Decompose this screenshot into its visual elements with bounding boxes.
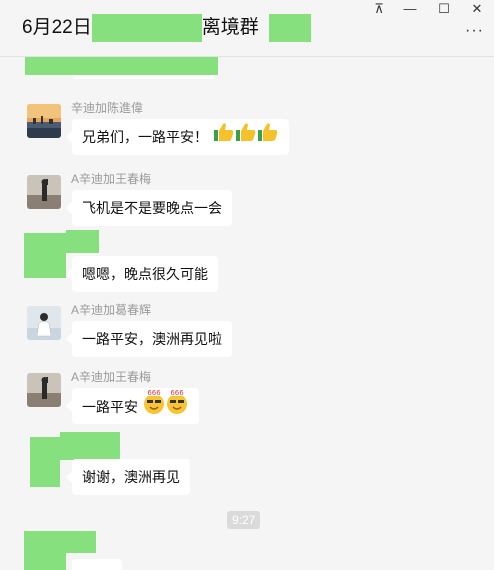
message-bubble[interactable]: 谢谢，澳洲再见 [66,459,190,495]
redacted-block [24,553,66,570]
title-bar: 6月22日 离境群 ⊼ — ☐ ✕ ··· [0,0,494,57]
message-text: 嗯嗯，晚点很久可能 [82,266,208,282]
title-group: 离境群 [201,17,259,38]
sender-name: A辛迪加葛春辉 [71,303,152,317]
message-bubble[interactable]: 嗯嗯，晚点很久可能 [66,256,218,292]
chat-title: 6月22日 离境群 [22,14,311,42]
avatar[interactable] [27,104,61,138]
pin-icon[interactable]: ⊼ [364,0,394,18]
chat-area[interactable]: 辛迪加陈進偉 兄弟们，一路平安！ A辛迪加王春梅 飞机是不是要晚点一会 嗯嗯，晚… [0,57,494,570]
redacted-block [25,57,218,75]
redacted-block [91,14,202,42]
redacted-block [30,437,60,487]
more-options-icon[interactable]: ··· [465,22,484,40]
avatar[interactable] [27,306,61,340]
minimize-icon[interactable]: — [395,0,425,18]
sender-name: 辛迪加陈進偉 [71,101,144,115]
thumbs-up-icon [213,120,279,156]
avatar[interactable] [27,175,61,209]
avatar[interactable] [27,373,61,407]
title-date: 6月22日 [22,17,92,38]
message-text: 一路平安 [82,399,138,416]
message-bubble[interactable]: 飞机是不是要晚点一会 [66,190,232,226]
maximize-icon[interactable]: ☐ [429,0,459,18]
redacted-block [24,233,66,278]
message-text: 谢谢，澳洲再见 [82,469,180,485]
redacted-block [268,14,311,42]
redacted-block [60,432,120,460]
redacted-block [24,531,96,553]
time-divider: 9:27 [227,511,261,529]
message-text: 兄弟们，一路平安！ [82,129,208,145]
close-icon[interactable]: ✕ [462,0,492,18]
redacted-block [66,230,99,253]
message-text: 飞机是不是要晚点一会 [82,200,222,216]
message-bubble[interactable]: 一路平安 666 666 [66,388,199,424]
message-text: 一路平安，澳洲再见啦 [82,331,222,347]
message-bubble[interactable] [72,559,122,570]
sender-name: A辛迪加王春梅 [71,172,152,186]
sender-name: A辛迪加王春梅 [71,370,152,384]
svg-text:666: 666 [170,389,184,397]
svg-text:666: 666 [147,389,161,397]
message-bubble[interactable]: 兄弟们，一路平安！ [66,119,289,156]
666-face-icon: 666 666 [143,388,189,429]
message-bubble[interactable]: 一路平安，澳洲再见啦 [66,321,232,357]
